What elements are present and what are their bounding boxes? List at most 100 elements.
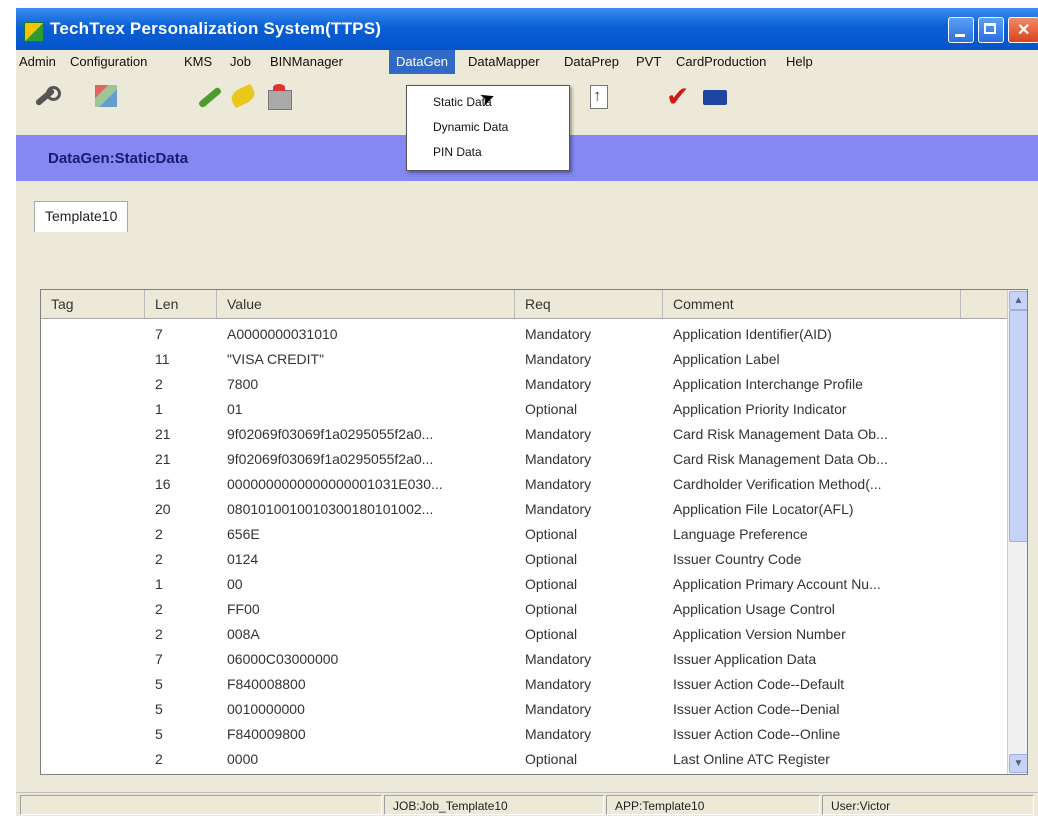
cell-comment: Application Version Number [673, 626, 846, 642]
status-bar: JOB:Job_Template10 APP:Template10 User:V… [16, 792, 1038, 816]
cell-comment: Cardholder Verification Method(... [673, 476, 882, 492]
table-row[interactable]: ✓5011"VISA CREDIT"MandatoryApplication L… [41, 347, 1007, 372]
cell-value: 9f02069f03069f1a0295055f2a0... [227, 451, 434, 467]
cell-req: Mandatory [525, 451, 592, 467]
cell-value: 0000 [227, 751, 259, 767]
table-row[interactable]: ✓5F2820124OptionalIssuer Country Code [41, 547, 1007, 572]
table-row[interactable]: ✓5F2D2656EOptionalLanguage Preference [41, 522, 1007, 547]
cell-len: 2 [155, 626, 163, 642]
table-row[interactable]: ✓4F7A0000000031010MandatoryApplication I… [41, 322, 1007, 347]
org-chart-icon[interactable] [92, 82, 122, 110]
column-header-comment[interactable]: Comment [663, 290, 961, 318]
menu-binmanager[interactable]: BINManager [270, 54, 343, 69]
cell-len: 2 [155, 376, 163, 392]
cell-comment: Last Online ATC Register [673, 751, 830, 767]
menu-bar: Admin Configuration KMS Job BINManager D… [16, 50, 1038, 74]
menu-job[interactable]: Job [230, 54, 251, 69]
status-panel-empty [20, 795, 382, 815]
close-button[interactable] [1008, 17, 1038, 43]
cell-len: 21 [155, 451, 171, 467]
cell-comment: Card Risk Management Data Ob... [673, 451, 888, 467]
table-row[interactable]: ✓8C219f02069f03069f1a0295055f2a0...Manda… [41, 422, 1007, 447]
cell-len: 2 [155, 601, 163, 617]
cell-len: 2 [155, 551, 163, 567]
table-row[interactable]: ✓8227800MandatoryApplication Interchange… [41, 372, 1007, 397]
menu-cardproduction[interactable]: CardProduction [676, 54, 766, 69]
cell-comment: Application Identifier(AID) [673, 326, 832, 342]
cell-value: 06000C03000000 [227, 651, 339, 667]
menu-datagen[interactable]: DataGen [389, 50, 456, 74]
table-row[interactable]: ✓9F082008AOptionalApplication Version Nu… [41, 622, 1007, 647]
wrench-icon[interactable] [30, 82, 61, 110]
menu-item-pin-data[interactable]: PIN Data [433, 145, 482, 159]
column-header-tag[interactable]: Tag [41, 290, 145, 318]
leaf-icon[interactable] [228, 82, 258, 110]
cell-comment: Issuer Action Code--Denial [673, 701, 840, 717]
menu-configuration[interactable]: Configuration [70, 54, 147, 69]
menu-help[interactable]: Help [786, 54, 813, 69]
column-header-req[interactable]: Req [515, 290, 663, 318]
cell-len: 1 [155, 576, 163, 592]
column-header-len[interactable]: Len [145, 290, 217, 318]
maximize-button[interactable] [978, 17, 1004, 43]
table-row[interactable]: ✓8D219f02069f03069f1a0295055f2a0...Manda… [41, 447, 1007, 472]
table-row[interactable]: ✓9F1320000OptionalLast Online ATC Regist… [41, 747, 1007, 772]
cell-value: FF00 [227, 601, 260, 617]
scroll-down-icon[interactable]: ▼ [1009, 754, 1027, 773]
cell-value: F840009800 [227, 726, 306, 742]
table-row[interactable]: ✓9420080101001001030018010100​2...Mandat… [41, 497, 1007, 522]
document-upload-icon[interactable] [584, 82, 614, 110]
cell-req: Optional [525, 601, 578, 617]
cell-len: 20 [155, 501, 171, 517]
cell-len: 21 [155, 426, 171, 442]
cell-len: 7 [155, 326, 163, 342]
title-bar[interactable]: TechTrex Personalization System(TTPS) [16, 8, 1038, 50]
menu-kms[interactable]: KMS [184, 54, 212, 69]
cell-value: F840008800 [227, 676, 306, 692]
card-icon[interactable] [700, 82, 730, 110]
cell-req: Mandatory [525, 351, 592, 367]
cell-comment: Application Label [673, 351, 780, 367]
vertical-scrollbar[interactable]: ▲ ▼ [1007, 290, 1027, 774]
menu-datamapper[interactable]: DataMapper [468, 54, 540, 69]
cell-req: Mandatory [525, 701, 592, 717]
status-job: JOB:Job_Template10 [384, 795, 604, 815]
table-row[interactable]: ✓8E160000000000000000001031E030...Mandat… [41, 472, 1007, 497]
cell-req: Optional [525, 401, 578, 417]
cell-value: 0124 [227, 551, 259, 567]
cell-req: Mandatory [525, 501, 592, 517]
pen-icon[interactable] [194, 82, 224, 110]
menu-pvt[interactable]: PVT [636, 54, 661, 69]
cell-value: A0000000031010 [227, 326, 338, 342]
table-row[interactable]: ✓5F34100OptionalApplication Primary Acco… [41, 572, 1007, 597]
table-row[interactable]: ✓9F10706000C03000000MandatoryIssuer Appl… [41, 647, 1007, 672]
column-header-value[interactable]: Value [217, 290, 515, 318]
red-check-icon[interactable] [664, 80, 694, 113]
gift-icon[interactable] [264, 82, 294, 110]
table-row[interactable]: ✓9F072FF00OptionalApplication Usage Cont… [41, 597, 1007, 622]
cell-req: Optional [525, 626, 578, 642]
table-row[interactable]: ✓9F0F5F840009800MandatoryIssuer Action C… [41, 722, 1007, 747]
cell-len: 2 [155, 526, 163, 542]
cell-req: Optional [525, 551, 578, 567]
minimize-button[interactable] [948, 17, 974, 43]
cell-value: "VISA CREDIT" [227, 351, 325, 367]
scroll-up-icon[interactable]: ▲ [1009, 291, 1027, 310]
cell-len: 5 [155, 701, 163, 717]
cell-req: Mandatory [525, 651, 592, 667]
menu-item-dynamic-data[interactable]: Dynamic Data [433, 120, 508, 134]
menu-dataprep[interactable]: DataPrep [564, 54, 619, 69]
cell-comment: Application Primary Account Nu... [673, 576, 881, 592]
table-row[interactable]: ✓87101OptionalApplication Priority Indic… [41, 397, 1007, 422]
cell-len: 5 [155, 726, 163, 742]
cell-comment: Issuer Action Code--Default [673, 676, 845, 692]
table-row[interactable]: ✓9F0D5F840008800MandatoryIssuer Action C… [41, 672, 1007, 697]
tab-template10[interactable]: Template10 [34, 201, 129, 232]
scroll-thumb[interactable] [1009, 310, 1027, 542]
page-title: DataGen:StaticData [48, 150, 189, 167]
cell-len: 7 [155, 651, 163, 667]
menu-admin[interactable]: Admin [19, 54, 56, 69]
cell-len: 2 [155, 751, 163, 767]
cell-req: Optional [525, 576, 578, 592]
table-row[interactable]: ✓9F0E50010000000MandatoryIssuer Action C… [41, 697, 1007, 722]
